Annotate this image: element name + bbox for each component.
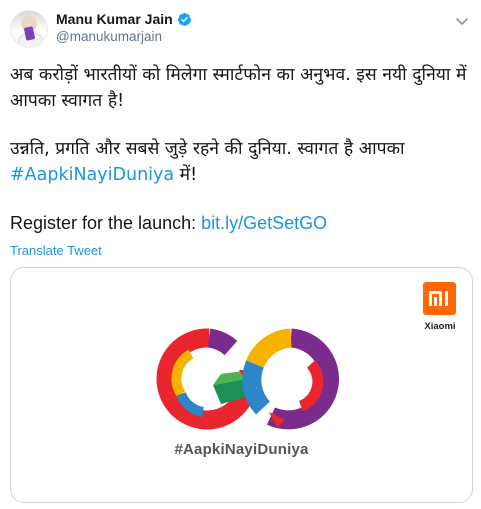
tweet-header: Manu Kumar Jain @manukumarjain xyxy=(10,10,471,50)
tweet-body: अब करोड़ों भारतीयों को मिलेगा स्मार्टफोन… xyxy=(10,62,476,236)
tweet-paragraph-1: अब करोड़ों भारतीयों को मिलेगा स्मार्टफोन… xyxy=(10,65,473,111)
display-name-text[interactable]: Manu Kumar Jain xyxy=(56,11,173,27)
author-names: Manu Kumar Jain @manukumarjain xyxy=(56,11,192,44)
register-link[interactable]: bit.ly/GetSetGO xyxy=(201,213,327,233)
link-card[interactable]: Xiaomi #AapkiNayiDuniya xyxy=(10,267,473,503)
mi-logo-icon xyxy=(423,282,456,315)
go-campaign-logo xyxy=(156,328,339,430)
tweet-paragraph-3: Register for the launch: bit.ly/GetSetGO xyxy=(10,210,476,236)
paragraph-2-text: उन्नति, प्रगति और सबसे जुड़े रहने की दुन… xyxy=(10,139,405,159)
chevron-down-icon[interactable] xyxy=(455,14,469,28)
author-handle[interactable]: @manukumarjain xyxy=(56,29,192,44)
translate-tweet-link[interactable]: Translate Tweet xyxy=(10,243,102,258)
verified-badge-icon xyxy=(177,12,191,26)
hashtag-link[interactable]: #AapkiNayiDuniya xyxy=(10,165,174,185)
author-display-name[interactable]: Manu Kumar Jain xyxy=(56,11,192,27)
tweet-paragraph-2: उन्नति, प्रगति और सबसे जुड़े रहने की दुन… xyxy=(10,136,476,188)
register-text: Register for the launch: xyxy=(10,213,202,233)
brand-logo-label: Xiaomi xyxy=(424,321,456,332)
card-hashtag-caption: #AapkiNayiDuniya xyxy=(174,441,309,458)
avatar[interactable] xyxy=(10,10,48,48)
paragraph-2-suffix: में! xyxy=(174,165,198,185)
